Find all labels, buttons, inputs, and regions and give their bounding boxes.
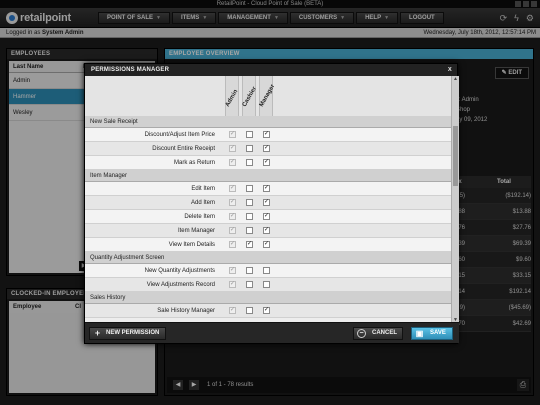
permission-checkbox-manager[interactable]: ✓ <box>263 185 270 192</box>
permissions-scrollbar[interactable]: ▲ ▼ <box>451 76 459 324</box>
dialog-footer: + NEW PERMISSION − CANCEL ▣ SAVE <box>85 322 459 343</box>
scroll-up-icon[interactable]: ▲ <box>452 76 459 83</box>
permission-checkbox-manager[interactable]: ✓ <box>263 199 270 206</box>
permission-row: Mark as Return ✓ ✓ <box>85 156 451 170</box>
permission-checkbox-cashier[interactable] <box>246 159 253 166</box>
save-button[interactable]: ▣ SAVE <box>411 327 453 340</box>
dialog-title: PERMISSIONS MANAGER <box>91 67 170 73</box>
scroll-thumb[interactable] <box>453 126 458 186</box>
permissions-manager-dialog: PERMISSIONS MANAGER x Admin Cashier Mana… <box>84 63 459 344</box>
permission-row: Item Manager ✓ ✓ <box>85 224 451 238</box>
permission-row: Discount/Adjust Item Price ✓ ✓ <box>85 128 451 142</box>
role-label-manager: Manager <box>258 83 277 108</box>
permission-label: Mark as Return <box>173 160 215 166</box>
role-column-cashier: Cashier <box>241 76 259 116</box>
new-permission-button[interactable]: + NEW PERMISSION <box>89 327 167 340</box>
save-label: SAVE <box>430 330 446 336</box>
permission-label: Edit Item <box>191 186 215 192</box>
permission-section-header: Quantity Adjustment Screen <box>85 252 451 264</box>
save-icon: ▣ <box>415 329 424 338</box>
permission-label: Sale History Manager <box>157 308 215 314</box>
permission-checkbox-cashier[interactable] <box>246 227 253 234</box>
new-permission-label: NEW PERMISSION <box>106 330 160 336</box>
permission-checkbox-manager[interactable]: ✓ <box>263 241 270 248</box>
permission-checkbox-cashier[interactable] <box>246 131 253 138</box>
minus-icon: − <box>357 329 366 338</box>
role-column-headers: Admin Cashier Manager <box>85 76 451 116</box>
permission-checkbox-admin: ✓ <box>229 185 236 192</box>
role-label-cashier: Cashier <box>241 85 259 108</box>
permission-checkbox-admin: ✓ <box>229 159 236 166</box>
permission-checkbox-cashier[interactable] <box>246 281 253 288</box>
permission-checkbox-admin: ✓ <box>229 145 236 152</box>
permission-label: Item Manager <box>177 228 215 234</box>
permission-checkbox-cashier[interactable] <box>246 199 253 206</box>
permission-checkbox-admin: ✓ <box>229 281 236 288</box>
permission-checkbox-manager[interactable]: ✓ <box>263 307 270 314</box>
permission-label: New Quantity Adjustments <box>144 268 215 274</box>
permission-checkbox-manager[interactable]: ✓ <box>263 145 270 152</box>
permission-label: Discount Entire Receipt <box>152 146 215 152</box>
role-column-admin: Admin <box>225 76 239 116</box>
permission-checkbox-admin: ✓ <box>229 199 236 206</box>
permission-row: View Item Details ✓ ✓ ✓ <box>85 238 451 252</box>
permission-checkbox-cashier[interactable] <box>246 307 253 314</box>
permissions-list: New Sale Receipt Discount/Adjust Item Pri… <box>85 116 451 324</box>
permission-checkbox-admin: ✓ <box>229 213 236 220</box>
permission-checkbox-cashier[interactable] <box>246 213 253 220</box>
permission-label: Discount/Adjust Item Price <box>144 132 215 138</box>
permission-row: View Adjustments Record ✓ <box>85 278 451 292</box>
plus-icon: + <box>94 328 101 338</box>
permission-label: Add Item <box>190 200 215 206</box>
permission-checkbox-cashier[interactable] <box>246 145 253 152</box>
permission-checkbox-manager[interactable]: ✓ <box>263 131 270 138</box>
permission-row: Sale History Manager ✓ ✓ <box>85 304 451 318</box>
permission-checkbox-manager[interactable] <box>263 267 270 274</box>
permission-row: Delete Item ✓ ✓ <box>85 210 451 224</box>
permission-checkbox-admin: ✓ <box>229 131 236 138</box>
permission-checkbox-manager[interactable]: ✓ <box>263 213 270 220</box>
role-column-manager: Manager <box>259 76 276 116</box>
close-icon[interactable]: x <box>448 64 452 76</box>
permission-checkbox-cashier[interactable] <box>246 185 253 192</box>
permission-section-header: Item Manager <box>85 170 451 182</box>
cancel-label: CANCEL <box>372 330 397 336</box>
role-label-admin: Admin <box>224 88 240 108</box>
permission-checkbox-admin: ✓ <box>229 267 236 274</box>
permission-checkbox-cashier[interactable] <box>246 267 253 274</box>
permission-checkbox-admin: ✓ <box>229 227 236 234</box>
permission-section-header: Sales History <box>85 292 451 304</box>
permission-checkbox-manager[interactable]: ✓ <box>263 227 270 234</box>
permission-label: Delete Item <box>184 214 215 220</box>
permission-section-header: New Sale Receipt <box>85 116 451 128</box>
permission-checkbox-admin: ✓ <box>229 307 236 314</box>
permission-checkbox-admin: ✓ <box>229 241 236 248</box>
permission-row: Discount Entire Receipt ✓ ✓ <box>85 142 451 156</box>
dialog-title-bar: PERMISSIONS MANAGER x <box>85 64 457 76</box>
cancel-button[interactable]: − CANCEL <box>353 327 403 340</box>
permission-row: Add Item ✓ ✓ <box>85 196 451 210</box>
permission-checkbox-manager[interactable]: ✓ <box>263 159 270 166</box>
permission-row: Edit Item ✓ ✓ <box>85 182 451 196</box>
permission-row: New Quantity Adjustments ✓ <box>85 264 451 278</box>
permission-label: View Item Details <box>168 242 215 248</box>
permission-checkbox-cashier[interactable]: ✓ <box>246 241 253 248</box>
permission-checkbox-manager[interactable] <box>263 281 270 288</box>
permission-label: View Adjustments Record <box>146 282 215 288</box>
